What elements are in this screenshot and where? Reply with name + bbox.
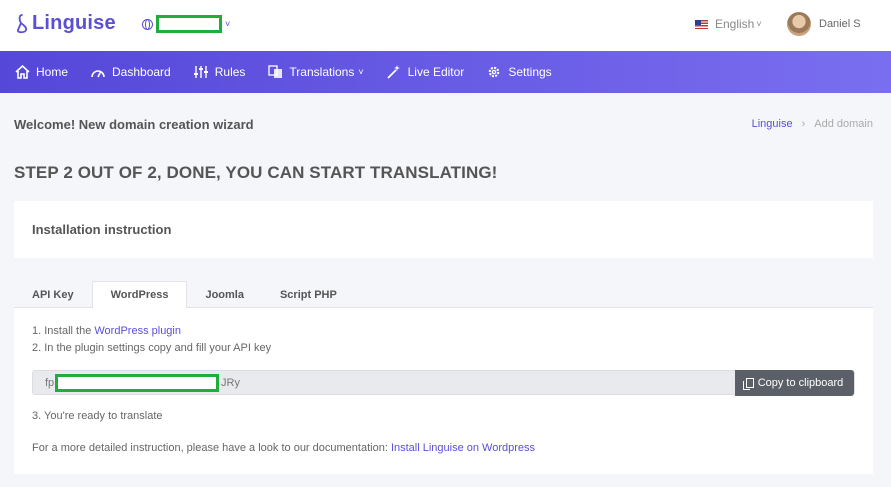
linguise-logo-icon bbox=[17, 13, 28, 33]
api-key-suffix: JRy bbox=[221, 377, 240, 389]
brand-name: Linguise bbox=[32, 12, 116, 34]
nav-label: Translations bbox=[289, 65, 355, 79]
globe-icon bbox=[142, 18, 153, 30]
nav-item-translations[interactable]: Translations ˅ bbox=[267, 64, 364, 80]
redacted-api-key bbox=[55, 374, 219, 392]
chevron-down-icon: ˅ bbox=[358, 67, 364, 77]
translate-icon bbox=[267, 64, 283, 80]
documentation-note: For a more detailed instruction, please … bbox=[32, 442, 535, 454]
install-tabs: API Key WordPress Joomla Script PHP bbox=[14, 281, 873, 309]
instruction-step-1: 1. Install the WordPress plugin bbox=[32, 325, 181, 337]
user-menu[interactable]: Daniel S bbox=[787, 12, 861, 36]
redacted-domain bbox=[156, 15, 222, 33]
nav-label: Home bbox=[36, 65, 69, 79]
chevron-down-icon: ˅ bbox=[756, 19, 762, 29]
doc-text: For a more detailed instruction, please … bbox=[32, 442, 391, 454]
copy-button-label: Copy to clipboard bbox=[757, 377, 844, 389]
wordpress-tab-panel: 1. Install the WordPress plugin 2. In th… bbox=[14, 308, 873, 474]
nav-item-home[interactable]: Home bbox=[14, 64, 68, 80]
breadcrumb-separator-icon: › bbox=[801, 118, 806, 130]
wordpress-plugin-link[interactable]: WordPress plugin bbox=[94, 325, 181, 337]
instruction-step-3: 3. You're ready to translate bbox=[32, 410, 163, 422]
home-icon bbox=[14, 64, 30, 80]
install-docs-link[interactable]: Install Linguise on Wordpress bbox=[391, 442, 535, 454]
top-bar: Linguise ˅ English ˅ Daniel S bbox=[0, 0, 891, 51]
nav-item-live-editor[interactable]: Live Editor bbox=[386, 64, 465, 80]
page-title: Welcome! New domain creation wizard bbox=[14, 117, 254, 132]
tab-script-php[interactable]: Script PHP bbox=[262, 281, 355, 308]
api-key-field[interactable]: fp JRy Copy to clipboard bbox=[32, 370, 855, 396]
breadcrumb-current: Add domain bbox=[814, 118, 873, 130]
sliders-icon bbox=[193, 64, 209, 80]
instruction-step-2: 2. In the plugin settings copy and fill … bbox=[32, 342, 272, 354]
nav-label: Dashboard bbox=[112, 65, 171, 79]
language-label: English bbox=[715, 17, 755, 31]
tab-joomla[interactable]: Joomla bbox=[187, 281, 262, 308]
breadcrumb: Linguise › Add domain bbox=[752, 118, 873, 130]
avatar bbox=[787, 12, 811, 36]
installation-card: Installation instruction bbox=[14, 201, 873, 258]
step-1-text: 1. Install the bbox=[32, 325, 95, 337]
gauge-icon bbox=[90, 64, 106, 80]
tab-api-key[interactable]: API Key bbox=[14, 281, 92, 308]
us-flag-icon bbox=[695, 19, 708, 29]
chevron-down-icon: ˅ bbox=[225, 19, 231, 29]
nav-item-settings[interactable]: Settings bbox=[486, 64, 552, 80]
magic-wand-icon bbox=[386, 64, 402, 80]
step-heading: STEP 2 OUT OF 2, DONE, YOU CAN START TRA… bbox=[14, 163, 498, 182]
nav-item-dashboard[interactable]: Dashboard bbox=[90, 64, 171, 80]
nav-label: Live Editor bbox=[407, 65, 465, 79]
copy-to-clipboard-button[interactable]: Copy to clipboard bbox=[735, 370, 854, 396]
breadcrumb-link-linguise[interactable]: Linguise bbox=[752, 118, 793, 130]
nav-label: Settings bbox=[508, 65, 552, 79]
user-name: Daniel S bbox=[819, 18, 861, 30]
linguise-logo[interactable]: Linguise bbox=[16, 12, 116, 35]
api-key-prefix: fp bbox=[45, 377, 55, 389]
nav-label: Rules bbox=[214, 65, 246, 79]
card-title: Installation instruction bbox=[32, 222, 172, 237]
gear-icon bbox=[486, 64, 502, 80]
copy-icon bbox=[742, 378, 754, 390]
nav-item-rules[interactable]: Rules bbox=[193, 64, 246, 80]
tab-wordpress[interactable]: WordPress bbox=[91, 281, 188, 309]
domain-selector[interactable]: ˅ bbox=[142, 15, 230, 33]
language-selector[interactable]: English ˅ bbox=[695, 17, 762, 31]
main-nav: Home Dashboard Rules Translations ˅ Live… bbox=[0, 51, 891, 93]
